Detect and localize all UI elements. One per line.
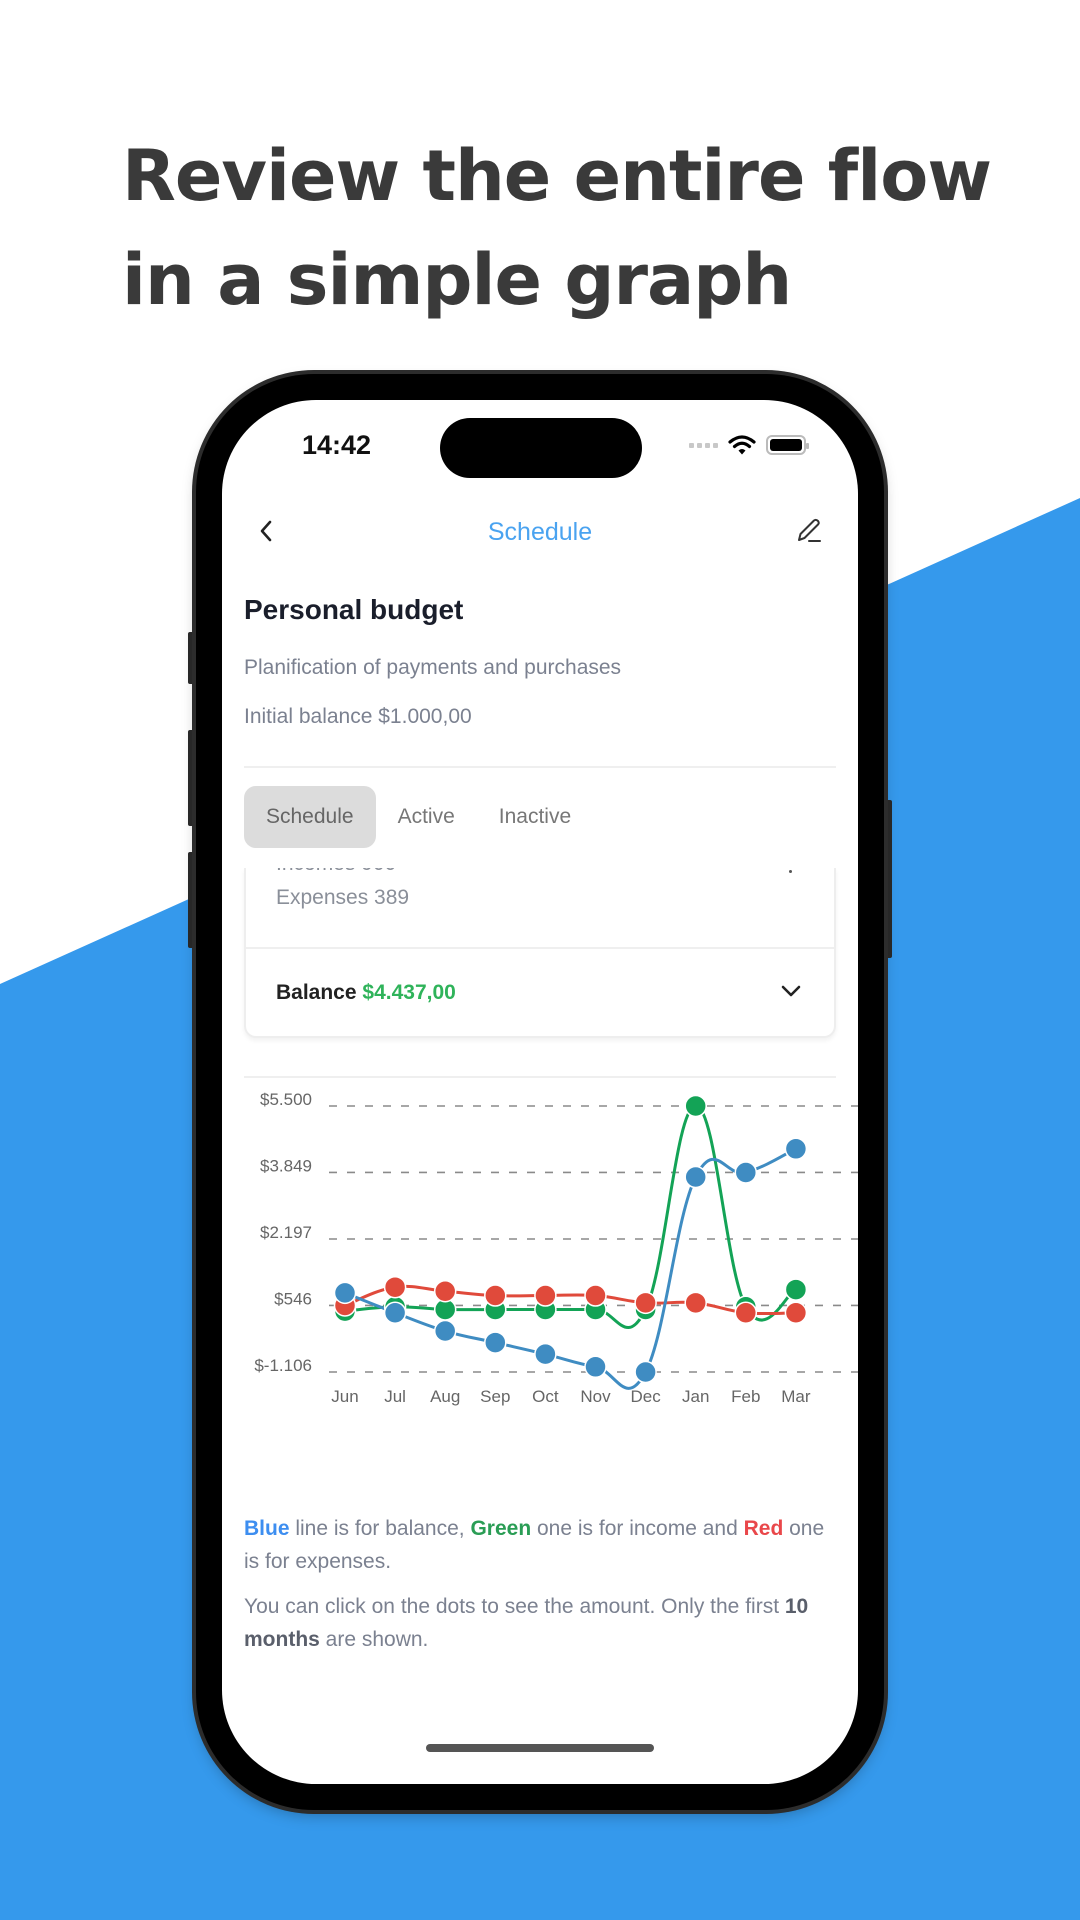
tab-active[interactable]: Active: [376, 786, 477, 848]
budget-title: Personal budget: [244, 594, 464, 625]
data-point-balance[interactable]: [383, 1301, 407, 1324]
data-point-expenses[interactable]: [634, 1291, 657, 1315]
data-point-balance[interactable]: [784, 1137, 808, 1161]
x-tick-label: Jul: [384, 1387, 406, 1406]
data-point-expenses[interactable]: [734, 1301, 758, 1324]
phone-action-button: [188, 632, 196, 684]
wifi-icon: [728, 435, 756, 455]
pencil-icon[interactable]: [792, 514, 826, 548]
data-point-balance[interactable]: [534, 1342, 557, 1366]
tab-bar: Schedule Active Inactive: [244, 786, 593, 848]
divider: [244, 766, 836, 768]
data-point-expenses[interactable]: [684, 1291, 707, 1315]
chevron-up-icon: [789, 870, 792, 873]
incomes-count: Incomes 900: [276, 868, 396, 876]
budget-description: Planification of payments and purchases: [244, 656, 622, 679]
dynamic-island: [440, 418, 642, 478]
headline-line-2: in a simple graph: [122, 239, 792, 321]
headline-line-1: Review the entire flow: [122, 135, 992, 217]
data-point-balance[interactable]: [584, 1355, 607, 1379]
data-point-income[interactable]: [684, 1094, 707, 1118]
data-point-balance[interactable]: [433, 1319, 457, 1343]
card-divider: [246, 947, 834, 949]
y-tick-label: $546: [274, 1289, 312, 1308]
phone-frame: 14:42 Schedule Personal budget Planifica…: [196, 374, 884, 1810]
data-point-balance[interactable]: [333, 1281, 357, 1305]
x-tick-label: Sep: [480, 1387, 510, 1406]
legend-text: line is for balance,: [289, 1517, 471, 1540]
phone-volume-up-button: [188, 730, 196, 826]
phone-volume-down-button: [188, 852, 196, 948]
chevron-down-icon[interactable]: [778, 978, 804, 1004]
data-point-balance[interactable]: [734, 1161, 758, 1184]
data-point-expenses[interactable]: [784, 1301, 808, 1324]
battery-icon: [766, 435, 809, 455]
x-tick-label: Nov: [580, 1387, 611, 1406]
status-icons: [689, 434, 809, 456]
chart-note: You can click on the dots to see the amo…: [244, 1590, 836, 1656]
y-tick-label: $3.849: [260, 1156, 312, 1175]
summary-card: Incomes 900 Expenses 389 Balance $4.437,…: [244, 868, 836, 1038]
signal-dots-icon: [689, 442, 718, 448]
nav-title: Schedule: [487, 518, 593, 546]
nav-bar: Schedule: [222, 508, 858, 558]
x-tick-label: Jun: [331, 1387, 358, 1406]
data-point-income[interactable]: [784, 1278, 808, 1301]
data-point-balance[interactable]: [684, 1165, 707, 1189]
note-text: are shown.: [319, 1628, 429, 1651]
legend-red: Red: [743, 1517, 784, 1540]
x-tick-label: Mar: [781, 1387, 811, 1406]
data-point-expenses[interactable]: [534, 1284, 557, 1307]
legend-text: one is for income and: [531, 1517, 744, 1540]
status-time: 14:42: [302, 430, 372, 460]
phone-screen: 14:42 Schedule Personal budget Planifica…: [222, 400, 858, 1784]
divider: [244, 1076, 836, 1078]
expenses-count: Expenses 389: [276, 886, 410, 909]
home-indicator[interactable]: [426, 1744, 654, 1752]
chart-legend-text: Blue line is for balance, Green one is f…: [244, 1512, 836, 1578]
data-point-expenses[interactable]: [484, 1284, 507, 1307]
initial-balance: Initial balance $1.000,00: [244, 705, 472, 728]
note-text: You can click on the dots to see the amo…: [244, 1595, 785, 1618]
balance-label: Balance: [276, 981, 357, 1004]
tab-schedule[interactable]: Schedule: [244, 786, 376, 848]
x-tick-label: Oct: [532, 1387, 559, 1406]
legend-blue: Blue: [244, 1517, 290, 1540]
data-point-balance[interactable]: [484, 1331, 507, 1354]
series-line-balance: [344, 1147, 797, 1390]
data-point-balance[interactable]: [634, 1360, 657, 1384]
legend-green: Green: [470, 1517, 532, 1540]
tab-inactive[interactable]: Inactive: [477, 786, 593, 848]
phone-power-button: [884, 800, 892, 958]
data-point-expenses[interactable]: [584, 1284, 607, 1307]
balance-value: $4.437,00: [362, 981, 456, 1004]
data-point-expenses[interactable]: [433, 1279, 457, 1303]
y-tick-label: $2.197: [260, 1223, 312, 1242]
x-tick-label: Jan: [682, 1387, 709, 1406]
data-point-expenses[interactable]: [383, 1275, 407, 1299]
y-tick-label: $-1.106: [254, 1356, 312, 1375]
x-tick-label: Feb: [731, 1387, 760, 1406]
y-tick-label: $5.500: [260, 1090, 312, 1109]
x-tick-label: Dec: [630, 1387, 661, 1406]
headline: Review the entire flow in a simple graph: [122, 124, 1002, 332]
balance-row[interactable]: Balance $4.437,00: [276, 981, 456, 1005]
x-tick-label: Aug: [430, 1387, 460, 1406]
